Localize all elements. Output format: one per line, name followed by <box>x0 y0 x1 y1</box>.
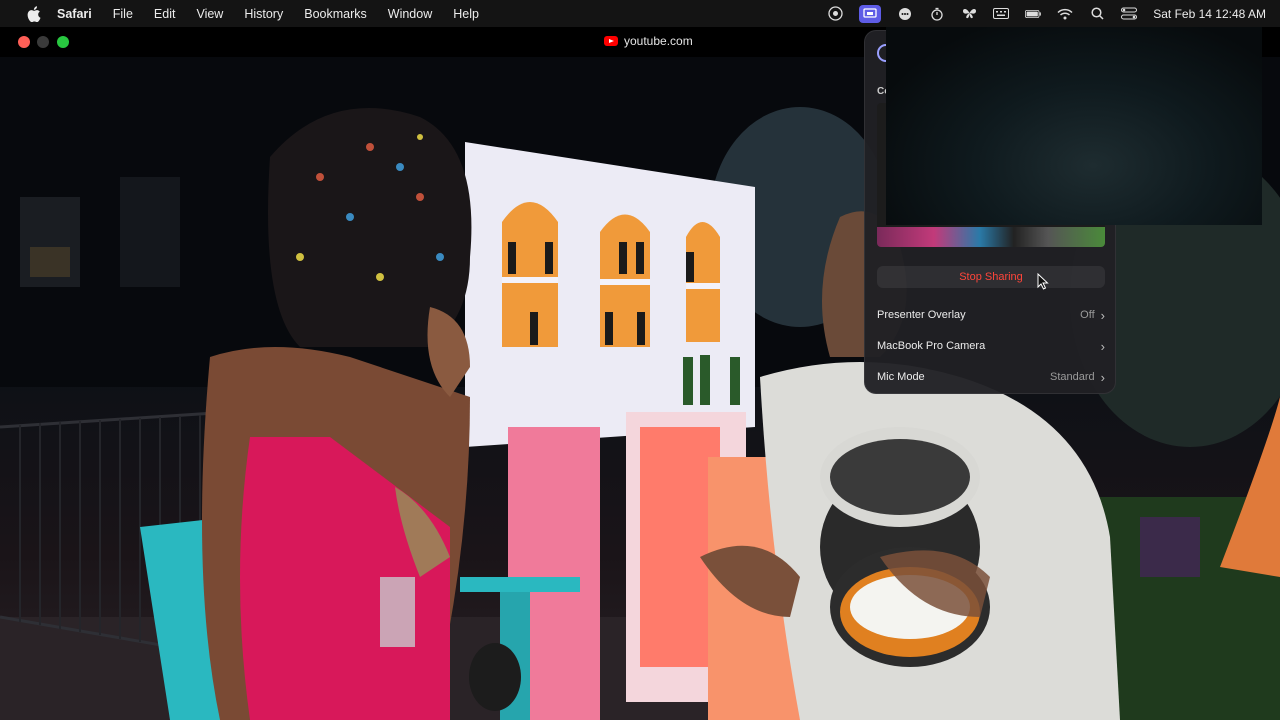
menu-file[interactable]: File <box>113 7 133 21</box>
fullscreen-window-button[interactable] <box>57 36 69 48</box>
mic-mode-row[interactable]: Mic Mode Standard › <box>877 365 1105 389</box>
menu-help[interactable]: Help <box>453 7 479 21</box>
presenter-overlay-label: Presenter Overlay <box>877 309 966 321</box>
menu-app-name[interactable]: Safari <box>57 7 92 21</box>
keyboard-icon[interactable] <box>993 7 1010 21</box>
minimize-window-button[interactable] <box>37 36 49 48</box>
mic-mode-value: Standard <box>1050 371 1095 383</box>
address-display[interactable]: youtube.com <box>604 34 693 48</box>
presenter-overlay-value: Off <box>1080 309 1095 321</box>
status-area: Sat Feb 14 12:48 AM <box>827 0 1266 27</box>
battery-icon[interactable] <box>1025 7 1042 21</box>
stopwatch-icon[interactable] <box>929 7 945 21</box>
menu-window[interactable]: Window <box>388 7 432 21</box>
menu-history[interactable]: History <box>244 7 283 21</box>
wifi-icon[interactable] <box>1057 7 1073 21</box>
mic-mode-label: Mic Mode <box>877 371 925 383</box>
preview-thumbnail-strip <box>877 227 1105 247</box>
apple-logo-icon[interactable] <box>27 5 41 22</box>
control-center-icon[interactable] <box>1121 7 1138 21</box>
obscured-region <box>886 27 1262 225</box>
chevron-right-icon: › <box>1100 338 1105 354</box>
menu-clock[interactable]: Sat Feb 14 12:48 AM <box>1153 7 1266 21</box>
menu-view[interactable]: View <box>196 7 223 21</box>
close-window-button[interactable] <box>18 36 30 48</box>
chevron-right-icon: › <box>1100 369 1105 385</box>
chat-bubble-icon[interactable] <box>897 7 913 21</box>
menu-edit[interactable]: Edit <box>154 7 176 21</box>
menu-bar: Safari File Edit View History Bookmarks … <box>0 0 1280 27</box>
screen-sharing-icon[interactable] <box>859 4 882 23</box>
butterfly-icon[interactable] <box>961 7 977 21</box>
chevron-right-icon: › <box>1100 307 1105 323</box>
presenter-overlay-row[interactable]: Presenter Overlay Off › <box>877 303 1105 327</box>
stop-sharing-button[interactable]: Stop Sharing <box>877 266 1105 288</box>
search-icon[interactable] <box>1089 7 1105 21</box>
url-text: youtube.com <box>624 34 693 48</box>
camera-row[interactable]: MacBook Pro Camera › <box>877 334 1105 358</box>
camera-label: MacBook Pro Camera <box>877 340 986 352</box>
menu-bookmarks[interactable]: Bookmarks <box>304 7 367 21</box>
eye-tracking-icon[interactable] <box>827 6 843 21</box>
mouse-pointer-icon <box>1037 272 1049 295</box>
youtube-icon <box>604 36 618 46</box>
